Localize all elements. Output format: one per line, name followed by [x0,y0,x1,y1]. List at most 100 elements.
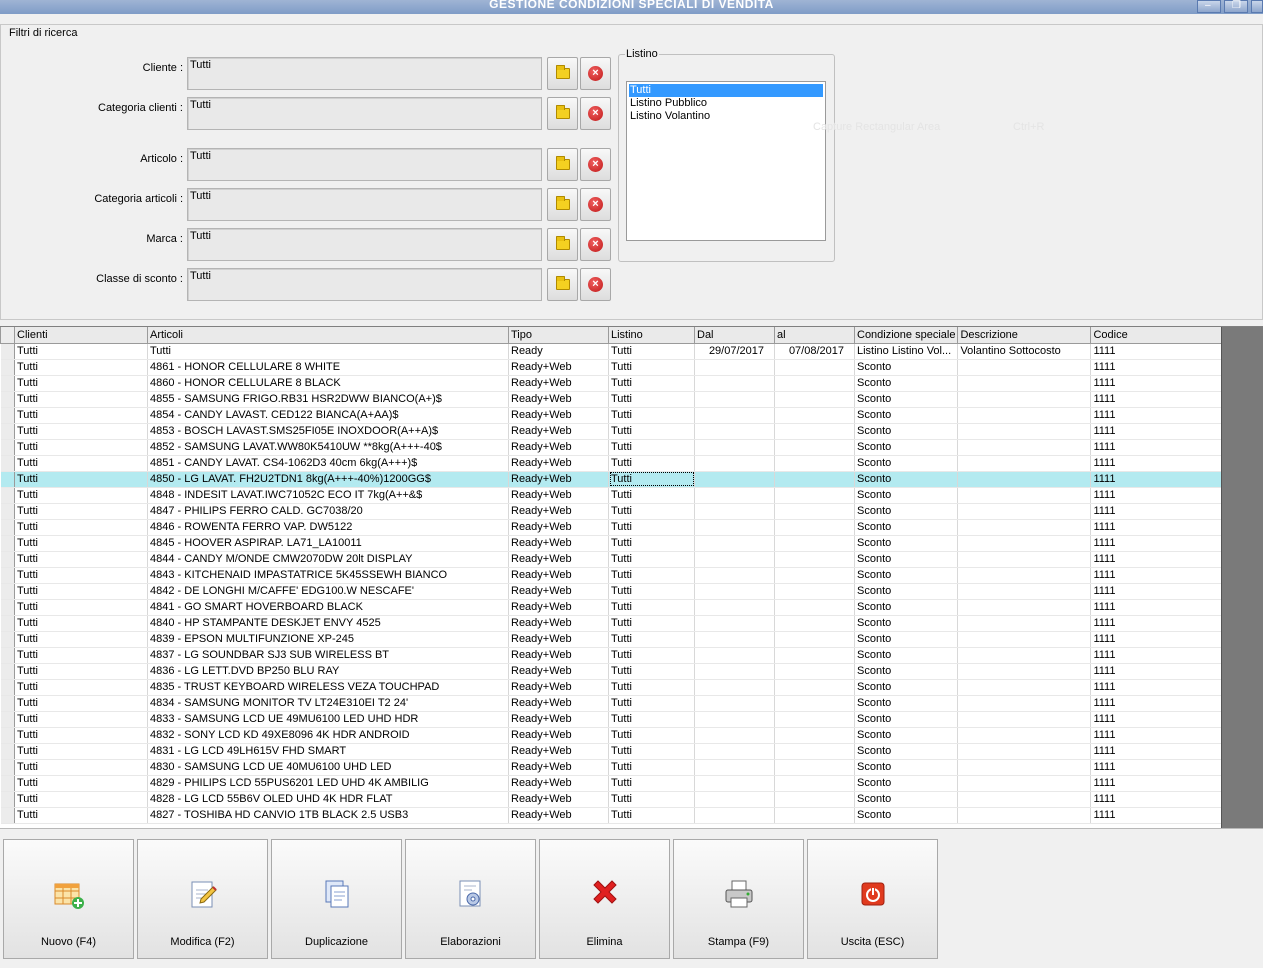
cell-articoli[interactable]: 4843 - KITCHENAID IMPASTATRICE 5K45SSEWH… [147,567,509,584]
table-row[interactable]: Tutti 4831 - LG LCD 49LH615V FHD SMART Rea… [0,743,1226,760]
cell-listino[interactable]: Tutti [608,647,695,664]
cell-condizione-speciale[interactable]: Sconto [854,535,959,552]
column-header-al[interactable]: al [774,327,855,344]
cell-dal[interactable] [694,807,775,824]
cell-listino[interactable]: Tutti [608,519,695,536]
cell-al[interactable] [774,471,855,488]
row-indicator[interactable] [0,567,15,584]
listino-item[interactable]: Tutti [629,84,823,97]
clear-categoria-clienti-button[interactable]: × [580,97,611,130]
cell-tipo[interactable]: Ready+Web [508,679,609,696]
cell-codice[interactable]: 1111 [1090,407,1226,424]
cell-condizione-speciale[interactable]: Sconto [854,615,959,632]
cell-tipo[interactable]: Ready+Web [508,503,609,520]
cell-condizione-speciale[interactable]: Sconto [854,791,959,808]
cell-articoli[interactable]: 4837 - LG SOUNDBAR SJ3 SUB WIRELESS BT [147,647,509,664]
row-indicator[interactable] [0,487,15,504]
row-indicator[interactable] [0,599,15,616]
cell-clienti[interactable]: Tutti [14,471,148,488]
table-row[interactable]: Tutti 4851 - CANDY LAVAT. CS4-1062D3 40cm… [0,455,1226,472]
cell-tipo[interactable]: Ready+Web [508,759,609,776]
cell-tipo[interactable]: Ready+Web [508,807,609,824]
filter-field-categoria-articoli[interactable]: Tutti [187,188,542,221]
cell-articoli[interactable]: 4829 - PHILIPS LCD 55PUS6201 LED UHD 4K … [147,775,509,792]
cell-al[interactable] [774,775,855,792]
browse-categoria-articoli-button[interactable] [547,188,578,221]
cell-clienti[interactable]: Tutti [14,695,148,712]
cell-descrizione[interactable] [957,679,1092,696]
cell-al[interactable] [774,599,855,616]
cell-clienti[interactable]: Tutti [14,343,148,360]
row-indicator[interactable] [0,343,15,360]
cell-codice[interactable]: 1111 [1090,359,1226,376]
cell-tipo[interactable]: Ready+Web [508,567,609,584]
cell-tipo[interactable]: Ready+Web [508,583,609,600]
table-row[interactable]: Tutti 4848 - INDESIT LAVAT.IWC71052C ECO … [0,487,1226,504]
table-row[interactable]: Tutti Tutti Ready Tutti 29/07/2017 07/08/2017… [0,343,1226,360]
cell-al[interactable] [774,567,855,584]
row-indicator[interactable] [0,647,15,664]
cell-articoli[interactable]: 4833 - SAMSUNG LCD UE 49MU6100 LED UHD H… [147,711,509,728]
row-indicator[interactable] [0,407,15,424]
cell-descrizione[interactable] [957,663,1092,680]
browse-articolo-button[interactable] [547,148,578,181]
cell-listino[interactable]: Tutti [608,359,695,376]
row-indicator[interactable] [0,759,15,776]
browse-categoria-clienti-button[interactable] [547,97,578,130]
cell-al[interactable] [774,551,855,568]
cell-descrizione[interactable] [957,487,1092,504]
cell-codice[interactable]: 1111 [1090,519,1226,536]
cell-al[interactable] [774,391,855,408]
cell-condizione-speciale[interactable]: Sconto [854,503,959,520]
row-indicator[interactable] [0,663,15,680]
cell-codice[interactable]: 1111 [1090,599,1226,616]
cell-codice[interactable]: 1111 [1090,423,1226,440]
cell-tipo[interactable]: Ready+Web [508,663,609,680]
row-indicator[interactable] [0,791,15,808]
stampa-button[interactable]: Stampa (F9) [673,839,804,959]
row-indicator[interactable] [0,775,15,792]
cell-descrizione[interactable] [957,711,1092,728]
cell-tipo[interactable]: Ready [508,343,609,360]
cell-articoli[interactable]: 4847 - PHILIPS FERRO CALD. GC7038/20 [147,503,509,520]
cell-codice[interactable]: 1111 [1090,535,1226,552]
cell-listino[interactable]: Tutti [608,615,695,632]
filter-field-categoria-clienti[interactable]: Tutti [187,97,542,130]
cell-dal[interactable] [694,679,775,696]
cell-codice[interactable]: 1111 [1090,711,1226,728]
cell-clienti[interactable]: Tutti [14,407,148,424]
clear-cliente-button[interactable]: × [580,57,611,90]
cell-listino[interactable]: Tutti [608,503,695,520]
row-indicator[interactable] [0,727,15,744]
cell-tipo[interactable]: Ready+Web [508,743,609,760]
cell-al[interactable] [774,711,855,728]
listino-listbox[interactable]: Tutti Listino Pubblico Listino Volantino [626,81,826,241]
cell-codice[interactable]: 1111 [1090,647,1226,664]
cell-descrizione[interactable] [957,423,1092,440]
duplicazione-button[interactable]: Duplicazione [271,839,402,959]
cell-articoli[interactable]: 4830 - SAMSUNG LCD UE 40MU6100 UHD LED [147,759,509,776]
cell-condizione-speciale[interactable]: Sconto [854,727,959,744]
cell-codice[interactable]: 1111 [1090,375,1226,392]
table-row[interactable]: Tutti 4854 - CANDY LAVAST. CED122 BIANCA(… [0,407,1226,424]
cell-descrizione[interactable] [957,375,1092,392]
cell-clienti[interactable]: Tutti [14,775,148,792]
row-indicator[interactable] [0,375,15,392]
cell-condizione-speciale[interactable]: Listino Listino Vol... [854,343,959,360]
cell-clienti[interactable]: Tutti [14,487,148,504]
conditions-grid[interactable]: Clienti Articoli Tipo Listino Dal al Condizion… [0,326,1263,828]
cell-tipo[interactable]: Ready+Web [508,775,609,792]
cell-listino[interactable]: Tutti [608,487,695,504]
table-row[interactable]: Tutti 4861 - HONOR CELLULARE 8 WHITE Ready… [0,359,1226,376]
cell-listino[interactable]: Tutti [608,407,695,424]
cell-codice[interactable]: 1111 [1090,679,1226,696]
cell-al[interactable] [774,695,855,712]
cell-al[interactable] [774,631,855,648]
cell-codice[interactable]: 1111 [1090,775,1226,792]
row-indicator[interactable] [0,679,15,696]
cell-dal[interactable] [694,375,775,392]
cell-tipo[interactable]: Ready+Web [508,423,609,440]
cell-dal[interactable] [694,631,775,648]
cell-codice[interactable]: 1111 [1090,551,1226,568]
cell-al[interactable] [774,519,855,536]
